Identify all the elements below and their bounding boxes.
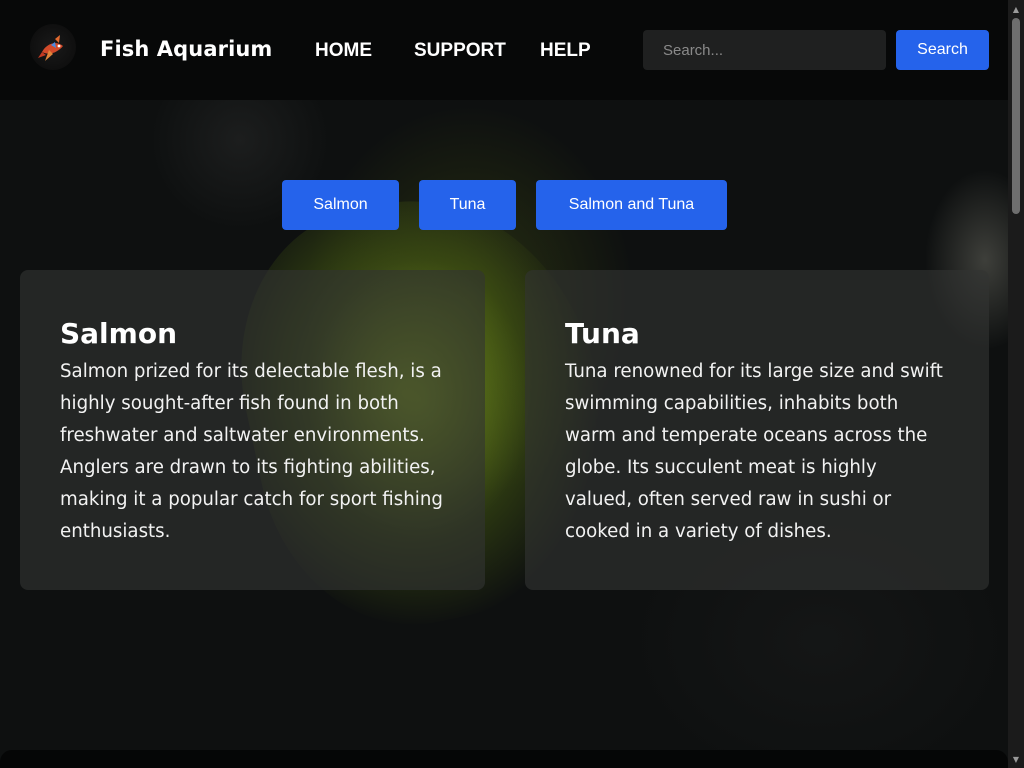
filter-salmon-and-tuna-button[interactable]: Salmon and Tuna	[536, 180, 727, 230]
scroll-down-arrow-icon[interactable]: ▼	[1008, 751, 1024, 767]
filter-tuna-button[interactable]: Tuna	[419, 180, 516, 230]
filter-salmon-button[interactable]: Salmon	[282, 180, 399, 230]
card-title: Salmon	[60, 317, 178, 350]
site-header: Fish Aquarium HOME SUPPORT HELP Search	[0, 0, 1008, 100]
nav-home-link[interactable]: HOME	[315, 40, 372, 62]
card-description: Tuna renowned for its large size and swi…	[565, 361, 943, 542]
fish-logo-icon-graphic	[38, 35, 63, 61]
search-button[interactable]: Search	[896, 30, 989, 70]
tuna-card: Tuna Tuna renowned for its large size an…	[525, 270, 989, 590]
site-title: Fish Aquarium	[100, 37, 273, 61]
scroll-up-arrow-icon[interactable]: ▲	[1008, 1, 1024, 17]
footer-edge	[0, 750, 1008, 768]
card-description: Salmon prized for its delectable flesh, …	[60, 361, 443, 542]
nav-help-link[interactable]: HELP	[540, 40, 591, 62]
salmon-card: Salmon Salmon prized for its delectable …	[20, 270, 485, 590]
scrollbar-thumb[interactable]	[1012, 18, 1020, 214]
page-scrollbar[interactable]: ▲ ▼	[1008, 0, 1024, 768]
nav-support-link[interactable]: SUPPORT	[414, 40, 506, 62]
card-title: Tuna	[565, 317, 640, 350]
fish-logo-icon[interactable]	[30, 24, 76, 70]
search-input[interactable]	[643, 30, 886, 70]
